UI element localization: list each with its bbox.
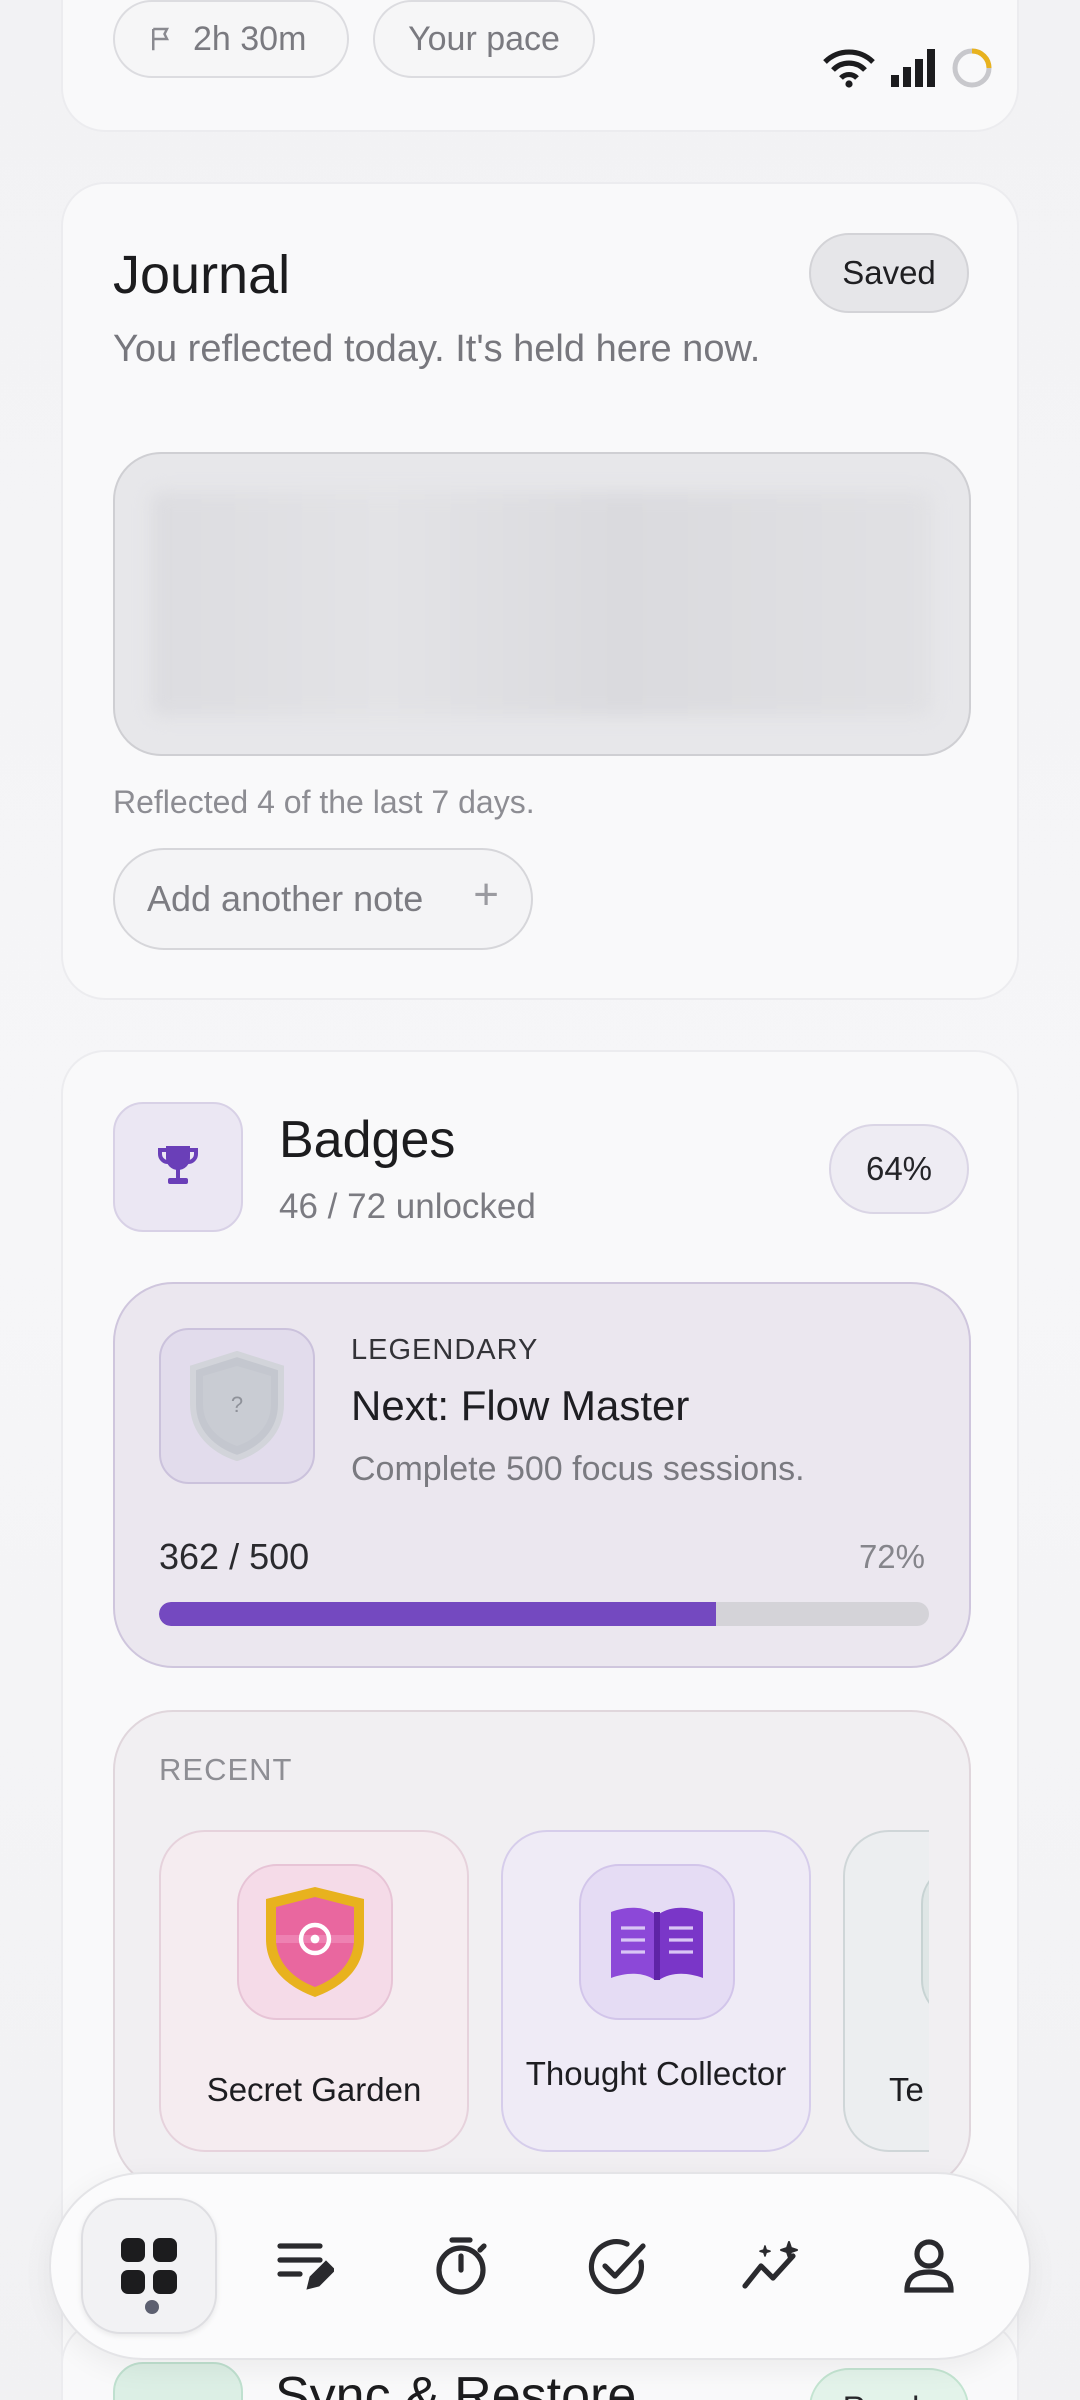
journal-subtitle: You reflected today. It's held here now. (113, 328, 761, 370)
duration-chip[interactable]: 2h 30m (113, 0, 349, 78)
bottom-navigation (49, 2172, 1031, 2360)
person-icon (904, 2239, 954, 2293)
badge-name: Secret Garden (206, 2071, 422, 2108)
badge-icon-tile (579, 1864, 735, 2020)
badge-rarity: LEGENDARY (351, 1334, 539, 1366)
notes-edit-icon (277, 2243, 334, 2290)
nav-tasks[interactable] (549, 2198, 685, 2334)
progress-bar-fill (159, 1602, 717, 1626)
signal-icon (891, 49, 935, 87)
stopwatch-icon (436, 2237, 487, 2295)
journal-card: Journal Saved You reflected today. It's … (61, 182, 1019, 1000)
next-badge-title: Next: Flow Master (351, 1382, 690, 1429)
check-circle-icon (588, 2239, 646, 2295)
nav-profile[interactable] (861, 2198, 997, 2334)
battery-ring-icon (952, 48, 992, 88)
badges-unlocked-count: 46 / 72 unlocked (279, 1187, 536, 1226)
recent-badge-item[interactable]: Thought Collector (501, 1830, 811, 2152)
next-badge-description: Complete 500 focus sessions. (351, 1450, 805, 1488)
sparkle-chart-icon (742, 2241, 798, 2289)
recent-badges-panel: RECENT Secret Garden Thought Collector T… (113, 1710, 971, 2190)
badges-percent-badge: 64% (829, 1124, 969, 1214)
add-note-button[interactable]: Add another note + (113, 848, 533, 950)
blurred-entry-text (151, 492, 933, 716)
recent-badges-carousel[interactable]: Secret Garden Thought Collector Te (159, 1830, 929, 2160)
sync-title: Sync & Restore (275, 2367, 637, 2400)
badge-icon-tile (237, 1864, 393, 2020)
recent-label: RECENT (159, 1752, 293, 1787)
recent-badge-item[interactable]: Te (843, 1830, 929, 2152)
grid-icon (121, 2238, 177, 2294)
journal-title: Journal (113, 245, 291, 305)
shield-target-icon (266, 1887, 364, 1997)
flag-icon (152, 27, 170, 51)
badge-icon-tile (921, 1864, 929, 2020)
progress-bar (159, 1602, 929, 1626)
session-summary-card: 2h 30m Your pace (61, 0, 1019, 132)
wifi-icon (823, 49, 875, 88)
pace-chip[interactable]: Your pace (373, 0, 595, 78)
badges-title: Badges (279, 1111, 456, 1169)
active-indicator-dot (145, 2300, 159, 2314)
progress-count: 362 / 500 (159, 1536, 310, 1577)
trophy-icon-tile (113, 1102, 243, 1232)
next-badge-card[interactable]: ? LEGENDARY Next: Flow Master Complete 5… (113, 1282, 971, 1668)
status-icons (823, 47, 993, 89)
nav-dashboard[interactable] (81, 2198, 217, 2334)
saved-status-badge: Saved (809, 233, 969, 313)
locked-shield-icon: ? (190, 1350, 284, 1462)
pace-chip-label: Your pace (408, 19, 560, 58)
trophy-icon (158, 1146, 198, 1184)
locked-badge-tile: ? (159, 1328, 315, 1484)
nav-timer[interactable] (393, 2198, 529, 2334)
recent-badge-item[interactable]: Secret Garden (159, 1830, 469, 2152)
journal-entry-preview[interactable] (113, 452, 971, 756)
progress-percent: 72% (858, 1538, 925, 1575)
nav-insights[interactable] (705, 2198, 841, 2334)
badge-name: Thought Collector (525, 2055, 787, 2092)
journal-streak-stat: Reflected 4 of the last 7 days. (113, 784, 535, 820)
badge-name: Te (889, 2071, 924, 2108)
sync-icon-tile (113, 2362, 243, 2400)
sync-status-badge: Ready (809, 2368, 969, 2400)
nav-journal[interactable] (237, 2198, 373, 2334)
open-book-icon (611, 1907, 703, 1980)
duration-chip-label: 2h 30m (193, 19, 307, 58)
locked-glyph: ? (231, 1392, 243, 1417)
add-note-label: Add another note (147, 878, 424, 919)
plus-icon: + (473, 870, 499, 919)
